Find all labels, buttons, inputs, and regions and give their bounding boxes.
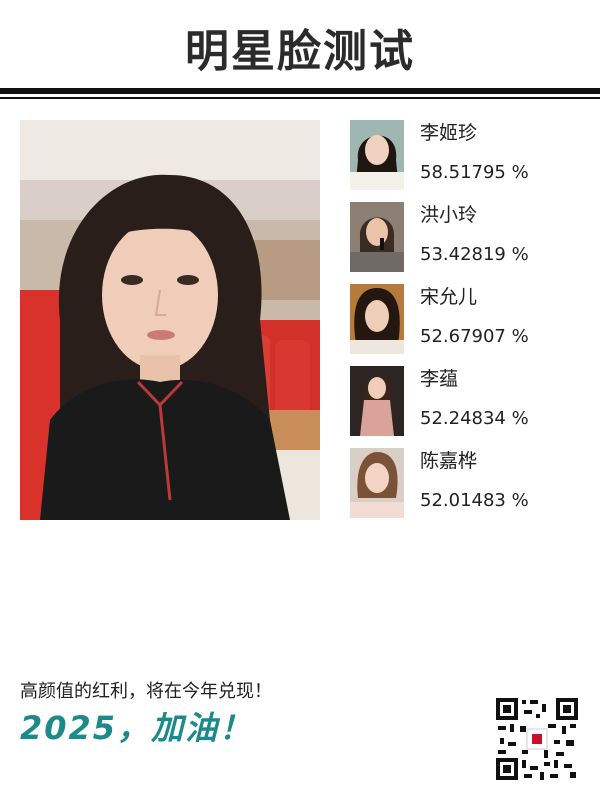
header-divider-thin	[0, 97, 600, 99]
match-item[interactable]: 李姬珍 58.51795 %	[350, 120, 590, 202]
match-score: 53.42819 %	[420, 244, 529, 265]
match-score: 52.24834 %	[420, 408, 529, 429]
match-thumbnail	[350, 366, 404, 436]
qr-code-icon[interactable]	[494, 696, 580, 782]
match-thumbnail	[350, 448, 404, 518]
match-name: 李姬珍	[420, 122, 478, 144]
match-item[interactable]: 陈嘉桦 52.01483 %	[350, 448, 590, 530]
header: 明星脸测试	[0, 0, 600, 99]
page-title: 明星脸测试	[185, 26, 415, 77]
match-name: 陈嘉桦	[420, 450, 478, 472]
match-thumbnail	[350, 202, 404, 272]
match-list: 李姬珍 58.51795 % 洪小玲 53.42819 % 宋允儿 52.679…	[350, 120, 590, 530]
main-portrait-photo	[20, 120, 320, 520]
slogan: 2025，加油！	[20, 709, 254, 747]
match-item[interactable]: 李蕴 52.24834 %	[350, 366, 590, 448]
match-thumbnail	[350, 120, 404, 190]
match-name: 李蕴	[420, 368, 459, 390]
match-score: 52.67907 %	[420, 326, 529, 347]
match-name: 宋允儿	[420, 286, 478, 308]
match-name: 洪小玲	[420, 204, 478, 226]
match-item[interactable]: 洪小玲 53.42819 %	[350, 202, 590, 284]
match-score: 58.51795 %	[420, 162, 529, 183]
header-divider-thick	[0, 88, 600, 94]
match-item[interactable]: 宋允儿 52.67907 %	[350, 284, 590, 366]
match-thumbnail	[350, 284, 404, 354]
tagline: 高颜值的红利，将在今年兑现！	[20, 681, 272, 702]
match-score: 52.01483 %	[420, 490, 529, 511]
